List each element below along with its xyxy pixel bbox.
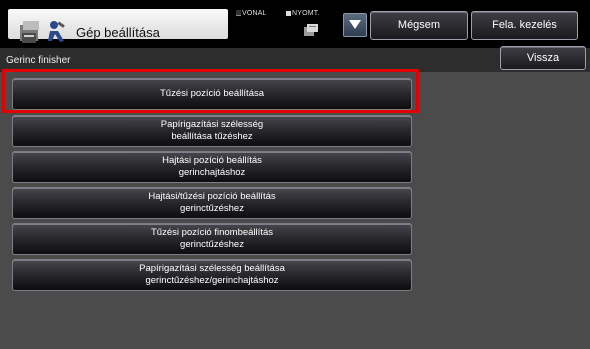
status-area: VONAL NYOMT. xyxy=(236,9,340,39)
menu-item-label: Tűzési pozíció finombeállítás xyxy=(151,227,273,238)
menu-item-label: Tűzési pozíció beállítása xyxy=(159,88,265,99)
release-control-button[interactable]: Fela. kezelés xyxy=(471,11,578,40)
menu-item-staple-fine-adjust[interactable]: Tűzési pozíció finombeállítás gerinctűzé… xyxy=(12,223,412,255)
top-bar: Gép beállítása VONAL NYOMT. Mégsem Fela.… xyxy=(0,0,590,44)
menu-item-label: Papírigazítási szélesség beállítása xyxy=(139,263,285,274)
menu-item-label: Papírigazítási szélesség xyxy=(160,119,264,130)
cancel-button[interactable]: Mégsem xyxy=(370,11,468,40)
menu-item-paper-width-stapling[interactable]: Papírigazítási szélesség beállítása tűzé… xyxy=(12,115,412,147)
gear-icon xyxy=(18,19,42,47)
menu-item-label: gerinctűzéshez/gerinchajtáshoz xyxy=(145,275,279,286)
menu-item-label: Hajtási pozíció beállítás xyxy=(162,155,262,166)
tool-icon xyxy=(46,19,68,43)
menu-item-paper-width-saddle[interactable]: Papírigazítási szélesség beállítása geri… xyxy=(12,259,412,291)
printer-icon xyxy=(304,24,318,36)
menu-item-label: gerinctűzéshez xyxy=(180,239,244,250)
print-status-label: NYOMT. xyxy=(286,10,320,17)
back-button[interactable]: Vissza xyxy=(500,46,586,70)
menu-item-fold-position[interactable]: Hajtási pozíció beállítás gerinchajtásho… xyxy=(12,151,412,183)
menu-item-staple-position[interactable]: Tűzési pozíció beállítása xyxy=(12,78,412,110)
menu-item-label: gerinctűzéshez xyxy=(180,203,244,214)
page-title: Gerinc finisher xyxy=(6,55,71,66)
menu-item-fold-staple-position[interactable]: Hajtási/tűzési pozíció beállítás gerinct… xyxy=(12,187,412,219)
title-box: Gép beállítása xyxy=(8,9,228,43)
line-status-label: VONAL xyxy=(236,10,267,17)
chevron-down-icon xyxy=(349,20,361,29)
window-title: Gép beállítása xyxy=(76,25,160,40)
status-dropdown-button[interactable] xyxy=(343,13,367,37)
menu-item-label: Hajtási/tűzési pozíció beállítás xyxy=(148,191,276,202)
menu-item-label: beállítása tűzéshez xyxy=(171,131,253,142)
menu-item-label: gerinchajtáshoz xyxy=(178,167,246,178)
